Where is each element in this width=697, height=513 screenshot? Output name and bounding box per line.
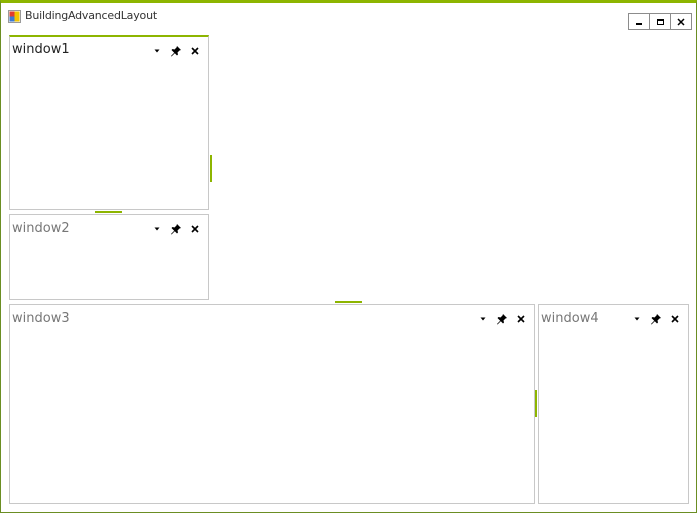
close-icon [191, 47, 199, 55]
minimize-button[interactable] [628, 13, 650, 30]
pane-menu-button[interactable] [148, 222, 166, 236]
pane-tools [147, 44, 204, 58]
close-icon [191, 225, 199, 233]
dropdown-arrow-icon [154, 49, 160, 53]
vertical-splitter-grip[interactable] [210, 155, 212, 182]
close-icon [671, 315, 679, 323]
close-icon [677, 17, 685, 26]
pane-window3[interactable]: window3 [9, 304, 535, 504]
close-button[interactable] [670, 13, 692, 30]
pin-icon [651, 314, 661, 325]
horizontal-splitter-grip[interactable] [335, 301, 362, 303]
pin-icon [497, 314, 507, 325]
dropdown-arrow-icon [480, 317, 486, 321]
pane-header[interactable]: window1 [10, 37, 208, 63]
app-window: BuildingAdvancedLayout window1 window2 w… [0, 0, 697, 513]
pane-close-button[interactable] [512, 312, 530, 326]
pane-pin-button[interactable] [167, 44, 185, 58]
pane-tools [627, 312, 684, 326]
pane-header[interactable]: window3 [10, 305, 534, 331]
pane-menu-button[interactable] [474, 312, 492, 326]
pin-icon [171, 46, 181, 57]
pane-tools [473, 312, 530, 326]
horizontal-splitter-grip[interactable] [95, 211, 122, 213]
pane-title: window4 [541, 311, 599, 326]
pane-title: window3 [12, 311, 70, 326]
title-bar[interactable]: BuildingAdvancedLayout [1, 3, 696, 33]
pane-close-button[interactable] [666, 312, 684, 326]
pane-close-button[interactable] [186, 44, 204, 58]
dropdown-arrow-icon [154, 227, 160, 231]
pane-title: window1 [12, 42, 70, 57]
pane-window4[interactable]: window4 [538, 304, 689, 504]
pane-menu-button[interactable] [628, 312, 646, 326]
pane-pin-button[interactable] [647, 312, 665, 326]
minimize-icon [636, 22, 642, 25]
pane-title: window2 [12, 221, 70, 236]
window-title: BuildingAdvancedLayout [25, 9, 157, 22]
caption-buttons [628, 13, 692, 30]
pane-window2[interactable]: window2 [9, 214, 209, 300]
pane-menu-button[interactable] [148, 44, 166, 58]
pane-header[interactable]: window2 [10, 215, 208, 241]
pane-pin-button[interactable] [493, 312, 511, 326]
vertical-splitter-grip[interactable] [535, 390, 537, 417]
app-icon [8, 8, 21, 23]
pin-icon [171, 224, 181, 235]
close-icon [517, 315, 525, 323]
dropdown-arrow-icon [634, 317, 640, 321]
pane-window1[interactable]: window1 [9, 35, 209, 210]
pane-tools [147, 222, 204, 236]
pane-pin-button[interactable] [167, 222, 185, 236]
pane-header[interactable]: window4 [539, 305, 688, 331]
maximize-icon [657, 18, 664, 25]
pane-close-button[interactable] [186, 222, 204, 236]
maximize-button[interactable] [649, 13, 671, 30]
